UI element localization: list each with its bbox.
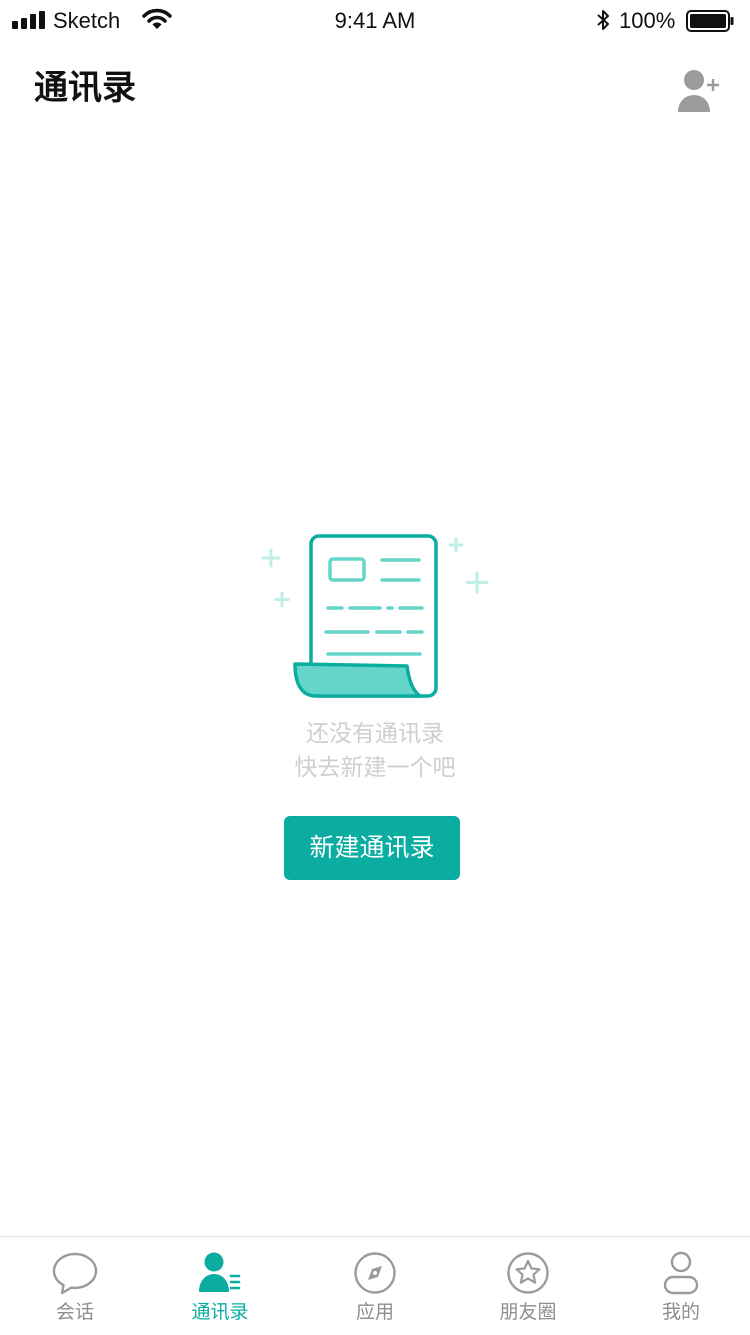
sparkle-icon (466, 571, 488, 594)
compass-icon (354, 1252, 396, 1294)
status-bar: Sketch 9:41 AM 100% (0, 0, 750, 40)
battery-icon (686, 10, 734, 32)
star-icon (507, 1252, 549, 1294)
tab-label: 应用 (355, 1301, 394, 1323)
tab-contacts[interactable]: 通讯录 (145, 1237, 295, 1335)
add-contact-icon (678, 70, 719, 112)
profile-icon (663, 1251, 699, 1295)
contacts-document-icon (261, 534, 488, 698)
add-contact-button[interactable] (670, 66, 724, 116)
sparkle-icon (274, 591, 290, 608)
contacts-icon (199, 1252, 241, 1292)
tab-label: 朋友圈 (499, 1301, 557, 1323)
empty-state-subtitle: 快去新建一个吧 (294, 755, 456, 781)
page-title: 通讯录 (34, 68, 136, 108)
tab-label: 会话 (55, 1301, 94, 1323)
bluetooth-icon (597, 10, 609, 30)
tab-label: 通讯录 (191, 1301, 249, 1323)
sparkle-icon (261, 548, 281, 568)
tab-apps[interactable]: 应用 (300, 1237, 450, 1335)
tab-moments[interactable]: 朋友圈 (453, 1237, 603, 1335)
battery-percentage: 100% (619, 8, 676, 33)
tab-profile[interactable]: 我的 (606, 1237, 750, 1335)
sparkle-icon (448, 537, 464, 553)
tab-label: 我的 (661, 1301, 700, 1323)
create-contacts-button[interactable]: 新建通讯录 (284, 816, 460, 880)
tab-chat[interactable]: 会话 (0, 1237, 150, 1335)
empty-state-title: 还没有通讯录 (306, 721, 444, 747)
tab-bar: 会话 通讯录 应用 朋友圈 我的 (0, 1236, 750, 1335)
chat-bubble-icon (52, 1252, 98, 1295)
